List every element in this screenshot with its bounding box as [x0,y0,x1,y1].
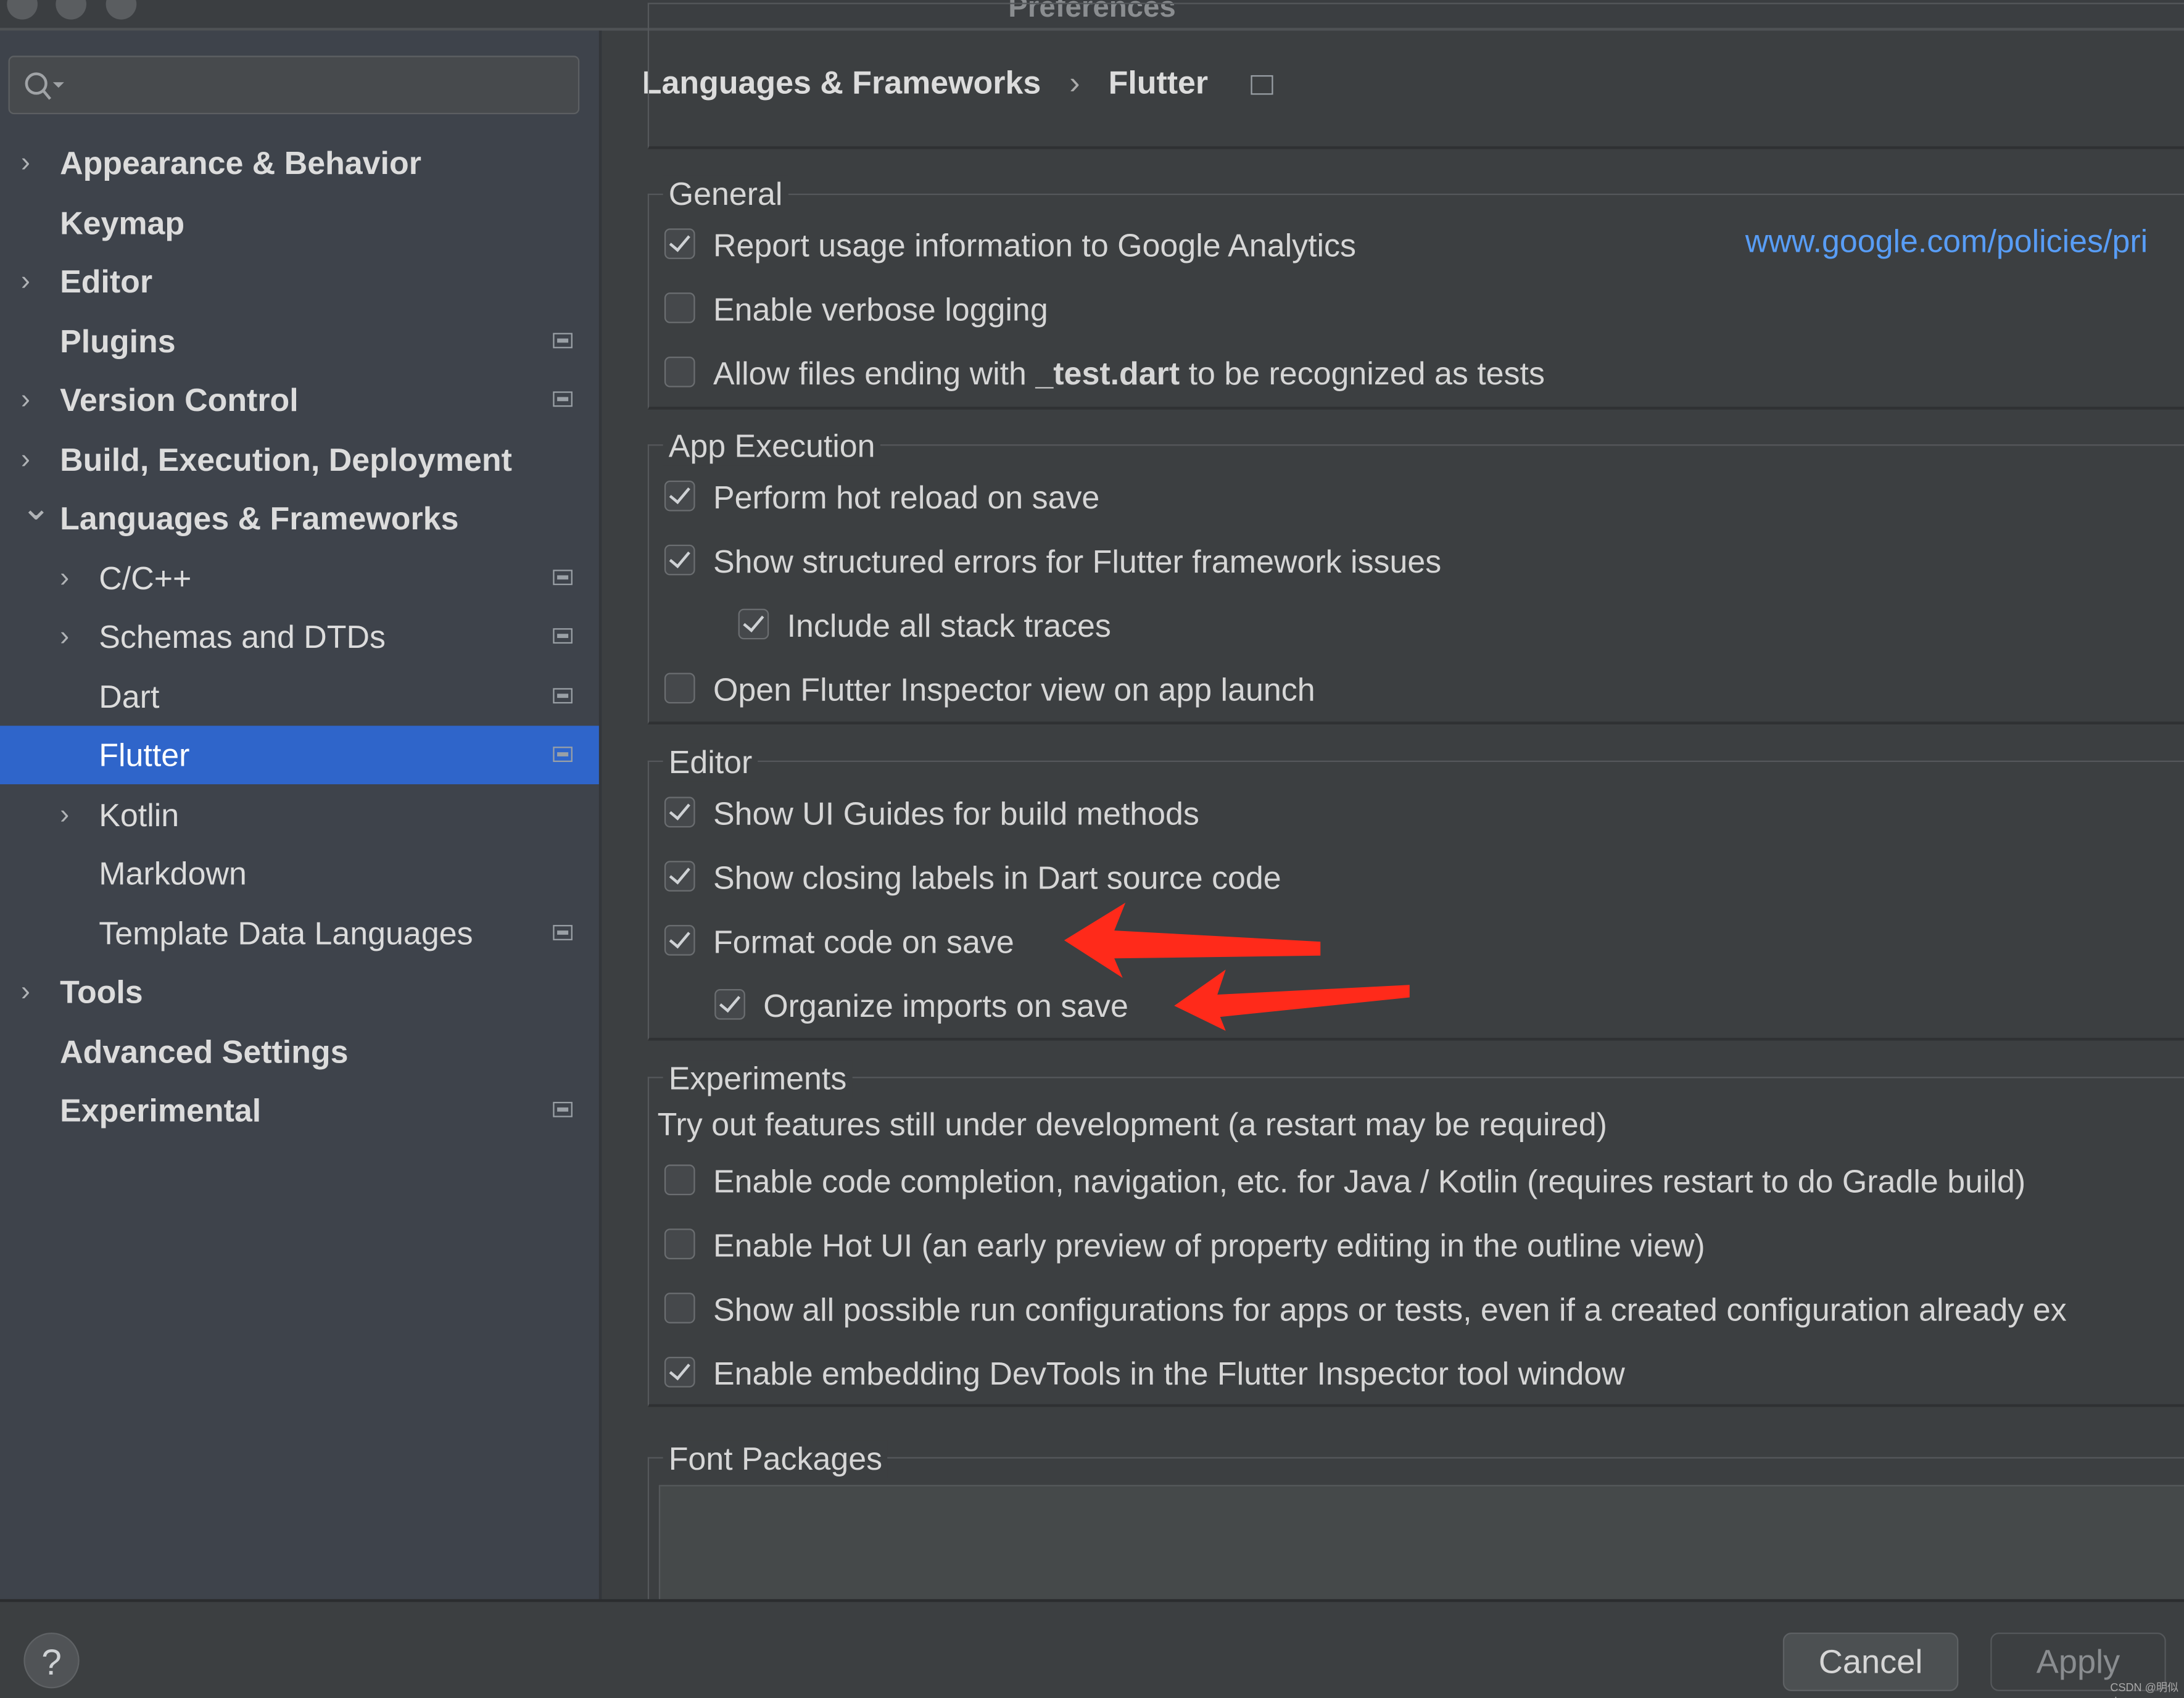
red-arrow-icon [1174,969,1410,1031]
dialog-footer: ? Cancel Apply CSDN @明似水 [0,1599,2184,1698]
cancel-button[interactable]: Cancel [1782,1633,1959,1691]
preferences-window: Preferences › Appearance & Behavior Keymap… [0,0,2184,1698]
annotation-arrows [1064,902,1410,1031]
help-button[interactable]: ? [23,1633,80,1689]
watermark: CSDN @明似水 [2110,1681,2179,1698]
red-arrow-icon [1064,902,1321,978]
